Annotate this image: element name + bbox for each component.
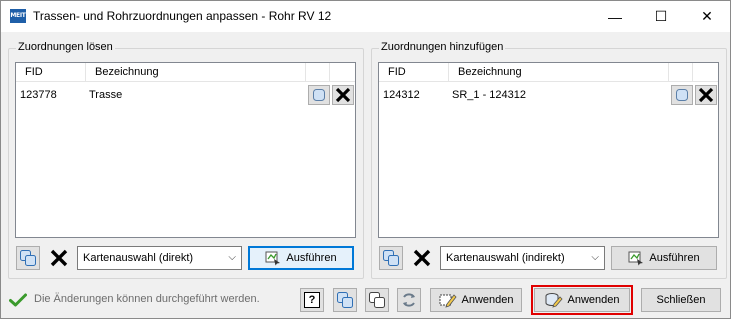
select-all-button[interactable] [333, 288, 357, 312]
column-header-fid[interactable]: FID [16, 63, 86, 82]
delete-x-icon [698, 87, 714, 103]
right-action-row: Kartenauswahl (indirekt) ⌵ Ausführen [378, 246, 719, 272]
map-run-icon [628, 251, 644, 266]
grid-header: FID Bezeichnung [379, 63, 718, 82]
close-button[interactable]: Schließen [641, 288, 721, 312]
delete-x-icon [413, 249, 431, 267]
zoom-to-object-button[interactable] [308, 85, 330, 105]
chevron-down-icon: ⌵ [228, 252, 236, 263]
database-edit-icon [545, 293, 563, 308]
map-run-icon [265, 251, 281, 266]
dropdown-value: Kartenauswahl (direkt) [83, 252, 194, 264]
grid-header: FID Bezeichnung [16, 63, 355, 82]
column-header-action-2 [693, 63, 718, 82]
select-objects-button[interactable] [16, 246, 40, 270]
left-action-row: Kartenauswahl (direkt) ⌵ Ausführen [15, 246, 356, 272]
chevron-down-icon: ⌵ [591, 252, 599, 263]
delete-x-icon [335, 87, 351, 103]
delete-x-icon [50, 249, 68, 267]
refresh-button[interactable] [397, 288, 421, 312]
cell-fid: 123778 [20, 89, 57, 101]
duplicate-button[interactable] [365, 288, 389, 312]
maximize-button[interactable]: ☐ [638, 1, 684, 32]
dialog-window: MEIT Trassen- und Rohrzuordnungen anpass… [0, 0, 731, 319]
execute-button[interactable]: Ausführen [611, 246, 717, 270]
delete-button[interactable] [410, 246, 434, 270]
zoom-object-icon [676, 89, 688, 101]
cell-bezeichnung: SR_1 - 124312 [452, 89, 526, 101]
zoom-to-object-button[interactable] [671, 85, 693, 105]
column-header-fid[interactable]: FID [379, 63, 449, 82]
edit-area-icon [439, 294, 457, 308]
close-label: Schließen [656, 294, 706, 306]
apply-button-2[interactable]: Anwenden [531, 285, 633, 315]
execute-label: Ausführen [649, 252, 700, 264]
title-bar: MEIT Trassen- und Rohrzuordnungen anpass… [1, 1, 730, 32]
table-row[interactable]: 123778 Trasse [16, 83, 355, 107]
help-icon: ? [304, 292, 320, 308]
column-header-bezeichnung[interactable]: Bezeichnung [449, 63, 669, 82]
group-label: Zuordnungen hinzufügen [379, 41, 506, 53]
selection-mode-dropdown[interactable]: Kartenauswahl (direkt) ⌵ [77, 246, 242, 270]
remove-row-button[interactable] [695, 85, 717, 105]
overlap-icon [369, 292, 385, 308]
apply-label: Anwenden [461, 294, 514, 306]
copy-select-icon [20, 250, 36, 266]
column-header-action-2 [330, 63, 355, 82]
dropdown-value: Kartenauswahl (indirekt) [446, 252, 565, 264]
assignment-grid[interactable]: FID Bezeichnung 124312 SR_1 - 124312 [378, 62, 719, 238]
column-header-bezeichnung[interactable]: Bezeichnung [86, 63, 306, 82]
table-row[interactable]: 124312 SR_1 - 124312 [379, 83, 718, 107]
checkmark-icon [9, 293, 27, 307]
execute-button[interactable]: Ausführen [248, 246, 354, 270]
group-remove-assignments: Zuordnungen lösen FID Bezeichnung 123778… [8, 41, 364, 279]
app-icon: MEIT [10, 9, 26, 23]
status-message: Die Änderungen können durchgeführt werde… [34, 293, 260, 305]
select-objects-button[interactable] [379, 246, 403, 270]
group-add-assignments: Zuordnungen hinzufügen FID Bezeichnung 1… [371, 41, 727, 279]
help-button[interactable]: ? [300, 288, 324, 312]
minimize-button[interactable]: — [592, 1, 638, 32]
zoom-object-icon [313, 89, 325, 101]
copy-select-icon [337, 292, 353, 308]
delete-button[interactable] [47, 246, 71, 270]
execute-label: Ausführen [286, 252, 337, 264]
group-label: Zuordnungen lösen [16, 41, 115, 53]
column-header-action-1 [669, 63, 693, 82]
column-header-action-1 [306, 63, 330, 82]
apply-label: Anwenden [567, 294, 620, 306]
selection-mode-dropdown[interactable]: Kartenauswahl (indirekt) ⌵ [440, 246, 605, 270]
apply-button-1[interactable]: Anwenden [430, 288, 522, 312]
cell-fid: 124312 [383, 89, 420, 101]
remove-row-button[interactable] [332, 85, 354, 105]
window-title: Trassen- und Rohrzuordnungen anpassen - … [33, 9, 332, 23]
copy-select-icon [383, 250, 399, 266]
close-window-button[interactable]: ✕ [684, 1, 730, 32]
cell-bezeichnung: Trasse [89, 89, 123, 101]
assignment-grid[interactable]: FID Bezeichnung 123778 Trasse [15, 62, 356, 238]
refresh-icon [403, 293, 415, 307]
